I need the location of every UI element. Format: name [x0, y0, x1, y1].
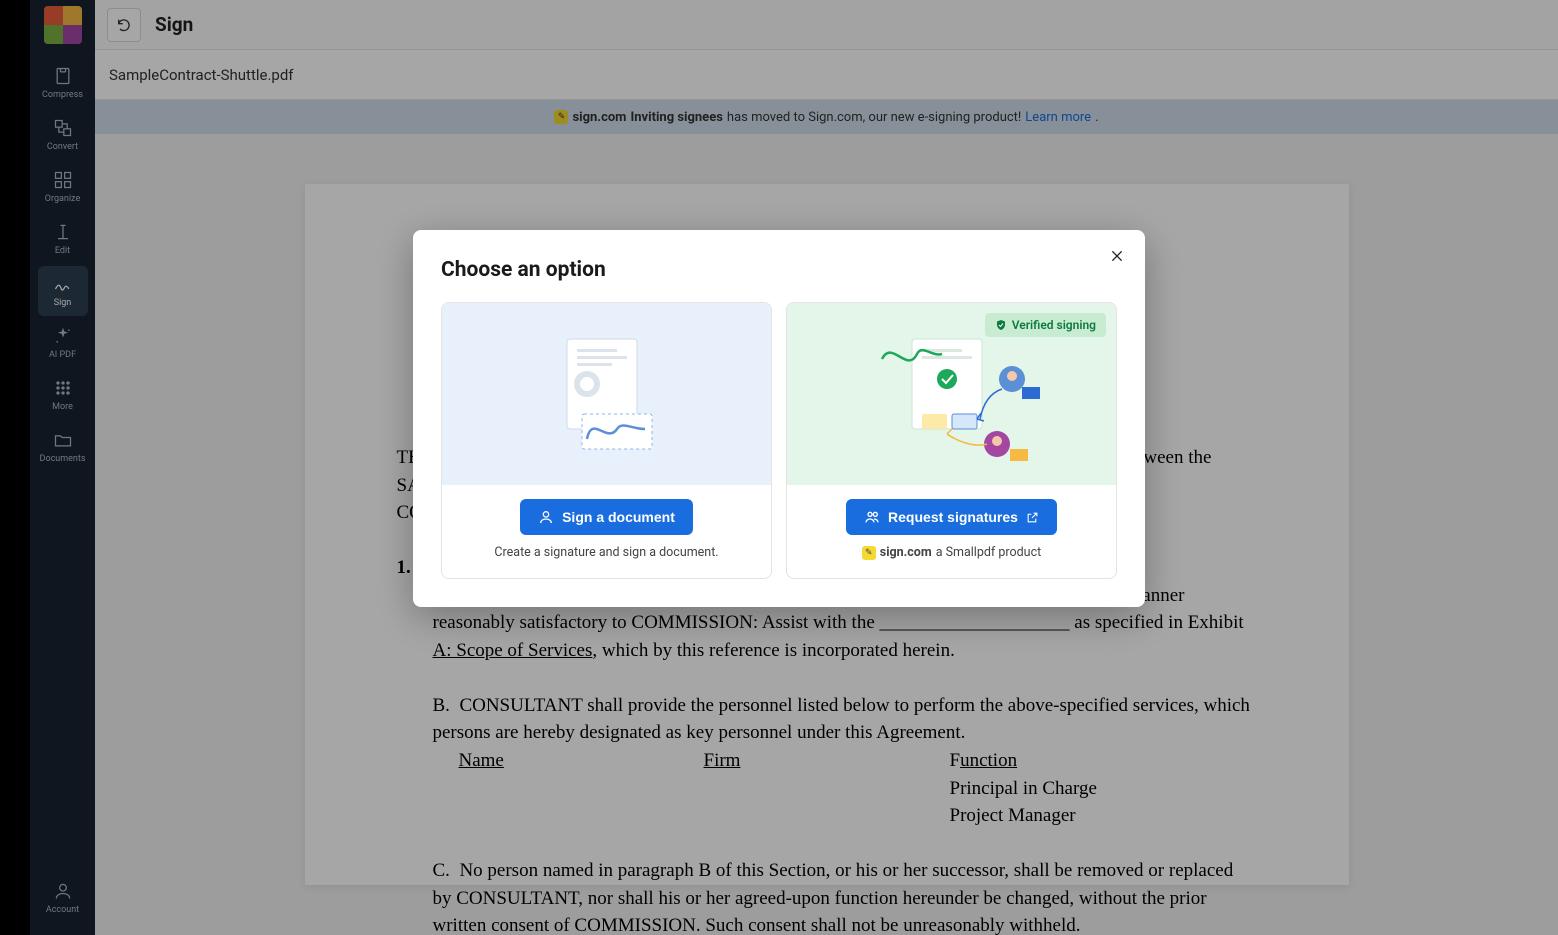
modal-overlay[interactable]: Choose an option Sign a document Create … [0, 0, 1558, 935]
option-sign-document[interactable]: Sign a document Create a signature and s… [441, 302, 772, 579]
option-subtitle: Create a signature and sign a document. [494, 545, 718, 560]
signcom-logo-icon: ✎ [862, 546, 876, 560]
request-illustration: Verified signing [787, 303, 1116, 485]
option-subtitle: ✎ sign.com a Smallpdf product [862, 545, 1041, 560]
close-button[interactable] [1105, 244, 1129, 268]
request-signatures-button[interactable]: Request signatures [846, 499, 1057, 535]
shield-check-icon [995, 319, 1007, 331]
button-label: Sign a document [562, 509, 675, 525]
sign-document-button[interactable]: Sign a document [520, 499, 693, 535]
verified-badge: Verified signing [985, 313, 1106, 337]
modal-title: Choose an option [441, 258, 1117, 282]
choose-option-modal: Choose an option Sign a document Create … [413, 230, 1145, 607]
button-label: Request signatures [888, 509, 1018, 525]
user-icon [538, 509, 554, 525]
option-request-signatures[interactable]: Verified signing Request signatures ✎ si… [786, 302, 1117, 579]
external-link-icon [1026, 511, 1039, 524]
users-icon [864, 509, 880, 525]
sign-illustration [442, 303, 771, 485]
close-icon [1109, 248, 1125, 264]
